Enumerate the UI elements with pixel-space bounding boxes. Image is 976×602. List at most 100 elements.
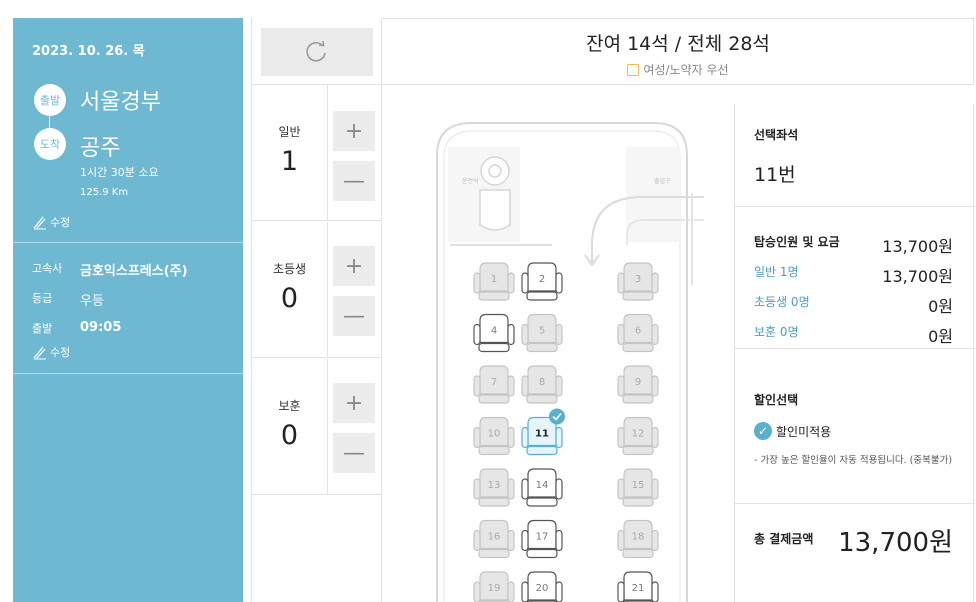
seat-20[interactable]: 20 [521,571,563,602]
check-icon: ✓ [754,422,772,440]
door-area [626,147,680,242]
discount-section: 할인선택 ✓ 할인미적용 - 가장 높은 할인율이 자동 적용됩니다. (중복불… [735,349,975,504]
company-label: 고속사 [32,262,63,275]
seat-4[interactable]: 4 [473,313,515,353]
depart-time-value: 09:05 [80,320,122,335]
company-row: 고속사 금호익스프레스(주) [32,260,188,279]
veteran-minus-button[interactable]: — [333,433,375,473]
departure-badge: 출발 [34,84,66,116]
seat-19: 19 [473,571,515,602]
edit-icon [33,346,46,360]
pax-veteran-stepper: + — [328,359,382,495]
seat-number: 10 [488,429,501,440]
edit-icon [33,216,46,230]
refresh-icon [306,40,326,62]
discount-option-label: 할인미적용 [776,424,832,439]
veteran-plus-button[interactable]: + [333,383,375,423]
seat-header: 잔여 14석 / 전체 28석 여성/노약자 우선 [382,18,974,85]
seat-number: 14 [536,480,549,491]
refresh-button[interactable] [261,28,373,76]
seat-1: 1 [473,262,515,301]
edit-route-label: 수정 [50,216,71,229]
trip-panel: 2023. 10. 26. 목 출발 도착 서울경부 공주 1시간 30분 소요… [13,18,243,602]
fare-row-child-label: 초등생 0명 [754,295,810,309]
fare-title: 탑승인원 및 요금 [754,235,840,249]
seat-number: 5 [539,326,545,337]
passenger-counter: 일반 1 + — 초등생 0 + — 보훈 0 + — [251,18,382,602]
seat-number: 1 [491,274,497,285]
seat-21[interactable]: 21 [617,571,659,602]
preference-legend: 여성/노약자 우선 [382,61,974,78]
seat-number: 2 [539,274,545,285]
seat-15: 15 [617,468,659,507]
pax-child: 초등생 0 [252,222,328,358]
selected-seat-title: 선택좌석 [754,128,799,142]
selected-check-icon [549,408,565,425]
total-section: 총 결제금액 13,700원 [735,504,975,602]
pax-child-stepper: + — [328,222,382,358]
child-plus-button[interactable]: + [333,246,375,286]
selected-seat-section: 선택좌석 11번 [735,104,975,207]
seat-6: 6 [617,313,659,353]
discount-option[interactable]: ✓ 할인미적용 [754,422,831,440]
fare-row-veteran-label: 보훈 0명 [754,325,799,339]
pax-veteran-label: 보훈 [278,399,301,413]
seat-number: 20 [536,583,549,594]
trip-date: 2023. 10. 26. 목 [32,44,145,59]
pax-adult-stepper: + — [328,85,382,221]
depart-time-label: 출발 [32,322,53,335]
seat-5: 5 [521,313,563,353]
seat-11[interactable]: 11 [521,408,565,456]
total-value: 13,700원 [838,528,953,558]
seat-10: 10 [473,416,515,456]
selected-seat-value: 11번 [754,164,796,186]
edit-bus-label: 수정 [50,346,71,359]
seat-13: 13 [473,468,515,507]
divider [13,373,243,374]
door-label: 출입구 [654,177,671,185]
fare-total: 13,700원 [882,237,953,256]
pax-veteran-count: 0 [280,420,299,451]
seat-2[interactable]: 2 [521,262,563,301]
arrival-terminal: 공주 [80,136,121,161]
edit-bus-button[interactable]: 수정 [32,344,70,360]
seat-17[interactable]: 17 [521,519,563,559]
fare-row-adult-label: 일반 1명 [754,265,799,279]
pax-child-count: 0 [280,283,299,314]
seat-9: 9 [617,365,659,404]
seat-18: 18 [617,519,659,559]
fare-row-adult: 일반 1명 13,700원 [754,263,953,287]
seat-number: 11 [535,429,549,440]
seat-14[interactable]: 14 [521,468,563,507]
pax-child-label: 초등생 [272,262,307,276]
seat-number: 18 [632,532,645,543]
edit-route-button[interactable]: 수정 [32,214,70,230]
driver-seat [479,156,511,231]
adult-minus-button[interactable]: — [333,161,375,201]
arrival-badge: 도착 [34,128,66,160]
pax-adult-count: 1 [280,146,299,177]
seat-12: 12 [617,416,659,456]
remaining-seats: 잔여 14석 / 전체 28석 [586,33,770,55]
seat-number: 8 [539,377,545,388]
seat-7: 7 [473,365,515,404]
seat-number: 12 [632,429,645,440]
divider [13,242,243,243]
trip-distance: 125.9 Km [80,187,129,198]
grade-value: 우등 [80,294,104,309]
seat-16: 16 [473,519,515,559]
depart-time-row: 출발 09:05 [32,320,121,336]
seat-area: 잔여 14석 / 전체 28석 여성/노약자 우선 운전석 출입구 1 2 3 … [381,18,975,602]
grade-label: 등급 [32,292,53,305]
fare-row-child-value: 0원 [928,297,953,316]
seat-3: 3 [617,262,659,301]
fare-row-child: 초등생 0명 0원 [754,293,953,317]
adult-plus-button[interactable]: + [333,111,375,151]
seat-8: 8 [521,365,563,404]
seat-number: 21 [632,583,645,594]
driver-label: 운전석 [462,177,479,185]
fare-row-veteran-value: 0원 [928,327,953,346]
seat-number: 4 [491,326,497,337]
child-minus-button[interactable]: — [333,296,375,336]
seat-number: 15 [632,480,645,491]
